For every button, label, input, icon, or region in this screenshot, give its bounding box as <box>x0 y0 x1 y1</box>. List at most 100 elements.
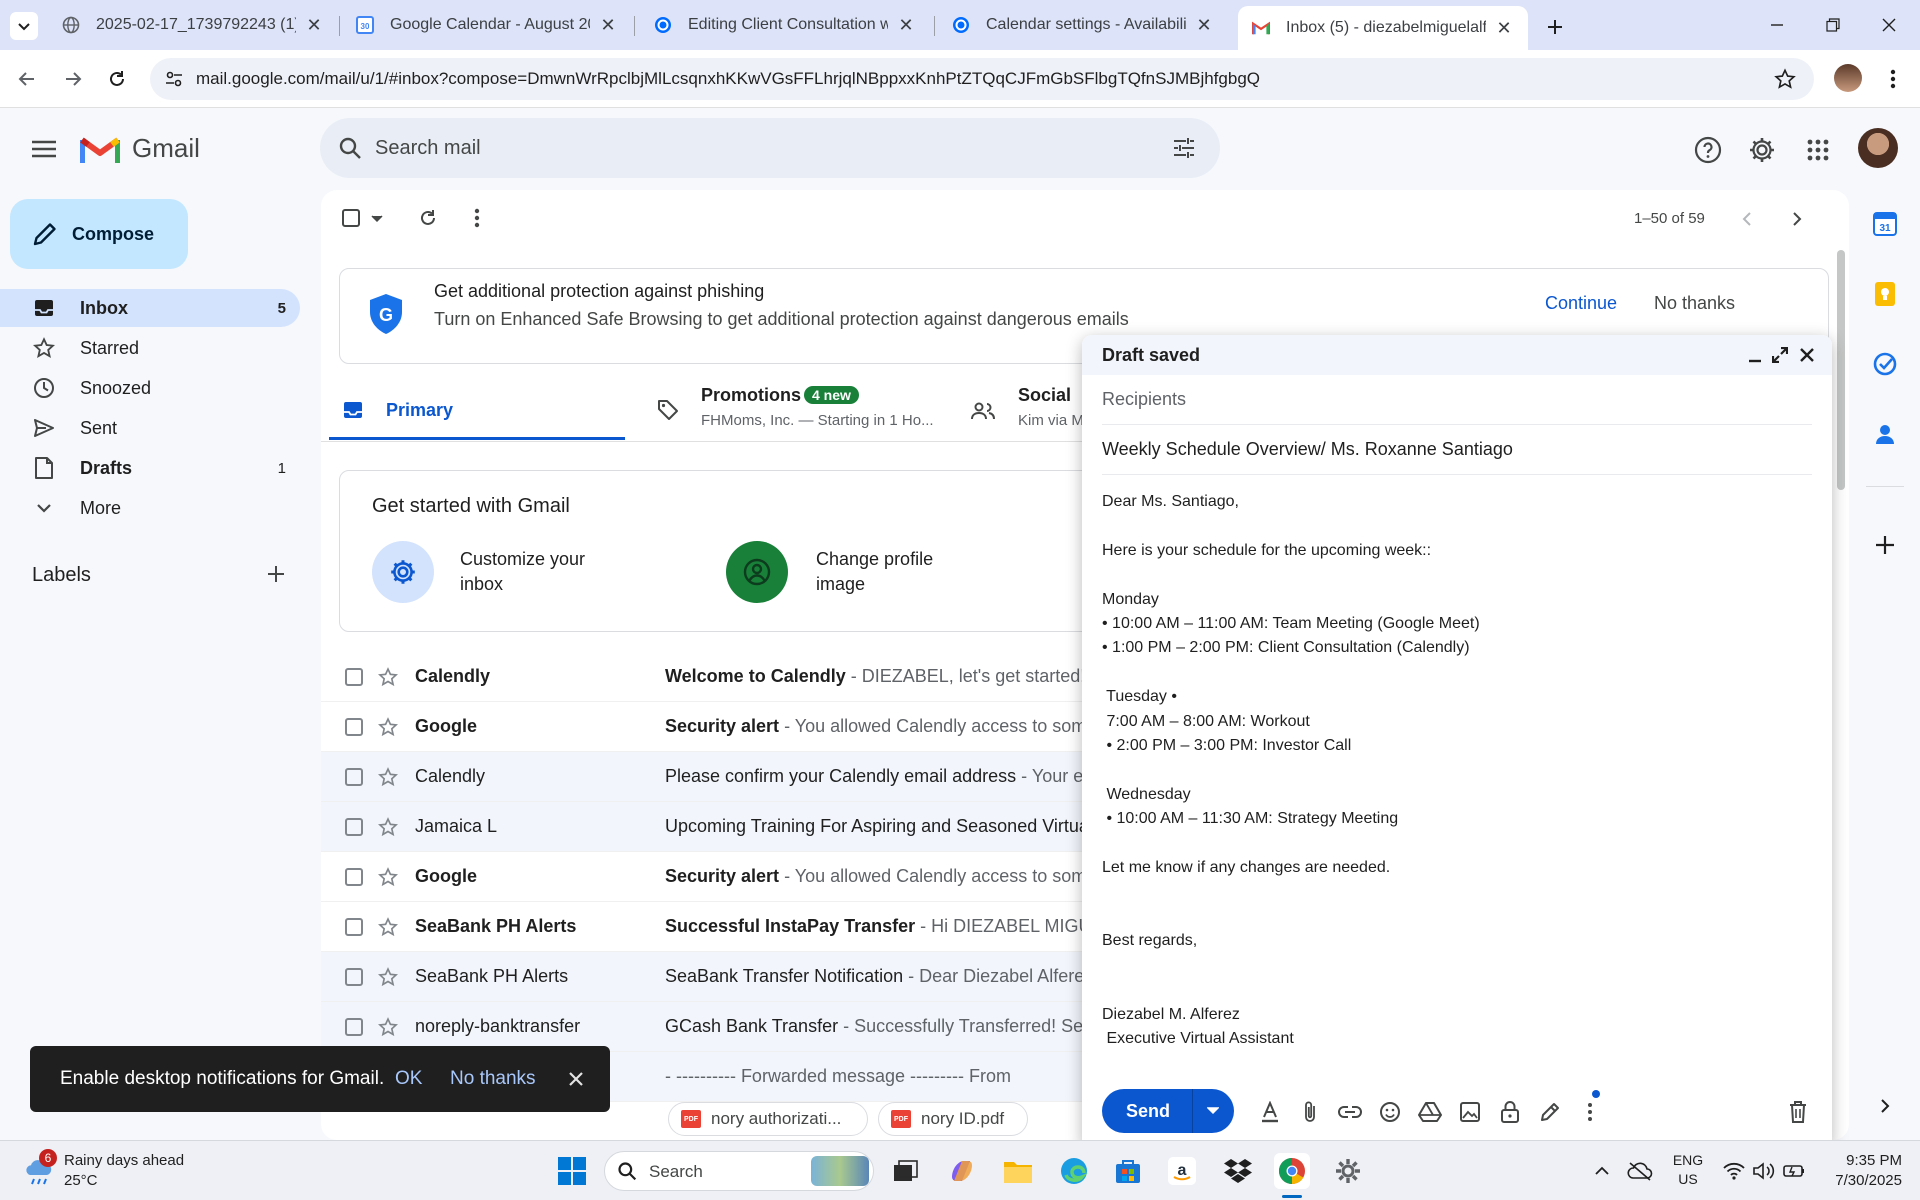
change-profile-item[interactable]: Change profile image <box>726 541 1026 605</box>
emoji-icon[interactable] <box>1378 1100 1402 1124</box>
close-icon[interactable] <box>568 1071 584 1087</box>
row-checkbox[interactable] <box>345 967 363 986</box>
tune-icon[interactable] <box>1172 136 1196 160</box>
trash-icon[interactable] <box>1786 1100 1810 1124</box>
tab-promotions[interactable]: Promotions 4 new FHMoms, Inc. — Starting… <box>657 380 947 440</box>
row-checkbox[interactable] <box>345 817 363 836</box>
message-body[interactable]: Dear Ms. Santiago, Here is your schedule… <box>1102 490 1802 1051</box>
send-button[interactable]: Send <box>1102 1089 1234 1133</box>
star-icon[interactable] <box>378 966 398 987</box>
customize-inbox-item[interactable]: Customize your inbox <box>372 541 672 605</box>
star-icon[interactable] <box>378 666 398 687</box>
expand-icon[interactable] <box>1772 347 1788 363</box>
taskbar-search[interactable]: Search <box>604 1151 874 1191</box>
gmail-logo[interactable]: Gmail <box>80 133 200 164</box>
close-icon[interactable]: ✕ <box>304 15 324 36</box>
link-icon[interactable] <box>1338 1100 1362 1124</box>
sidebar-item-snoozed[interactable]: Snoozed <box>0 369 300 407</box>
scrollbar-thumb[interactable] <box>1837 250 1845 490</box>
chevron-up-icon[interactable] <box>1584 1153 1620 1189</box>
close-icon[interactable]: ✕ <box>896 15 916 36</box>
search-bar[interactable]: Search mail <box>320 118 1220 178</box>
phishing-no-thanks-button[interactable]: No thanks <box>1654 293 1735 314</box>
dropbox-icon[interactable] <box>1220 1153 1256 1189</box>
pen-icon[interactable] <box>1538 1100 1562 1124</box>
star-icon[interactable] <box>378 916 398 937</box>
account-avatar[interactable] <box>1858 128 1898 168</box>
copilot-icon[interactable] <box>944 1153 980 1189</box>
browser-tab[interactable]: Editing Client Consultation with ✕ <box>640 6 930 44</box>
side-panel-contacts[interactable] <box>1870 419 1900 449</box>
attachment-chip[interactable]: PDF nory ID.pdf <box>878 1102 1028 1136</box>
search-input[interactable]: Search mail <box>375 137 481 160</box>
tab-social[interactable]: Social Kim via M <box>971 380 1091 440</box>
window-minimize-button[interactable] <box>1762 12 1792 38</box>
more-vert-icon[interactable] <box>474 208 480 228</box>
profile-avatar[interactable] <box>1834 64 1862 92</box>
attachment-chip[interactable]: PDF nory authorizati... <box>668 1102 868 1136</box>
tab-primary[interactable]: Primary <box>329 380 625 440</box>
tab-search-button[interactable] <box>10 12 38 40</box>
store-icon[interactable] <box>1110 1153 1146 1189</box>
row-checkbox[interactable] <box>345 767 363 786</box>
side-panel-keep[interactable] <box>1870 279 1900 309</box>
select-all-checkbox[interactable] <box>342 209 360 227</box>
phishing-continue-button[interactable]: Continue <box>1545 293 1617 314</box>
minimize-icon[interactable] <box>1748 350 1762 364</box>
chevron-right-icon[interactable] <box>1792 211 1802 227</box>
recipients-field[interactable]: Recipients <box>1102 375 1812 425</box>
browser-tab-active[interactable]: Inbox (5) - diezabelmiguelalferez ✕ <box>1238 6 1528 50</box>
row-checkbox[interactable] <box>345 667 363 686</box>
lock-icon[interactable] <box>1498 1100 1522 1124</box>
star-icon[interactable] <box>378 816 398 837</box>
star-icon[interactable] <box>378 866 398 887</box>
edge-icon[interactable] <box>1056 1153 1092 1189</box>
battery-icon[interactable] <box>1776 1153 1812 1189</box>
close-icon[interactable]: ✕ <box>1194 15 1214 36</box>
compose-button[interactable]: Compose <box>10 199 188 269</box>
start-button[interactable] <box>554 1153 590 1189</box>
close-icon[interactable]: ✕ <box>1494 18 1514 39</box>
side-panel-tasks[interactable] <box>1870 349 1900 379</box>
weather-widget[interactable]: 6 Rainy days ahead 25°C <box>24 1149 224 1193</box>
reload-button[interactable] <box>102 64 132 94</box>
get-addons-button[interactable] <box>1870 530 1900 560</box>
google-apps-button[interactable] <box>1802 134 1834 166</box>
help-button[interactable] <box>1692 134 1724 166</box>
snackbar-ok-button[interactable]: OK <box>395 1068 422 1090</box>
image-icon[interactable] <box>1458 1100 1482 1124</box>
row-checkbox[interactable] <box>345 1017 363 1036</box>
task-view-icon[interactable] <box>888 1153 924 1189</box>
formatting-icon[interactable] <box>1258 1100 1282 1124</box>
chevron-down-icon[interactable] <box>371 215 383 223</box>
url-text[interactable]: mail.google.com/mail/u/1/#inbox?compose=… <box>196 69 1260 89</box>
browser-tab[interactable]: Calendar settings - Availability ✕ <box>938 6 1228 44</box>
window-close-button[interactable] <box>1874 12 1904 38</box>
site-info-icon[interactable] <box>164 69 184 89</box>
sidebar-item-more[interactable]: More <box>0 489 300 527</box>
amazon-icon[interactable]: a <box>1164 1153 1200 1189</box>
drive-icon[interactable] <box>1418 1100 1442 1124</box>
attach-icon[interactable] <box>1298 1100 1322 1124</box>
language-indicator[interactable]: ENG US <box>1668 1151 1708 1191</box>
address-bar[interactable]: mail.google.com/mail/u/1/#inbox?compose=… <box>150 58 1814 100</box>
settings-app-icon[interactable] <box>1330 1153 1366 1189</box>
star-icon[interactable] <box>378 1016 398 1037</box>
create-label-button[interactable] <box>266 564 288 586</box>
close-icon[interactable] <box>1800 348 1814 362</box>
back-button[interactable] <box>12 64 42 94</box>
more-options-icon[interactable] <box>1578 1090 1602 1124</box>
main-menu-button[interactable] <box>26 134 62 164</box>
onedrive-offline-icon[interactable] <box>1622 1153 1658 1189</box>
star-icon[interactable] <box>378 716 398 737</box>
new-tab-button[interactable] <box>1540 12 1570 42</box>
window-restore-button[interactable] <box>1818 12 1848 38</box>
browser-tab[interactable]: 30 Google Calendar - August 2025 ✕ <box>342 6 632 44</box>
snackbar-no-thanks-button[interactable]: No thanks <box>450 1068 536 1090</box>
sidebar-item-inbox[interactable]: Inbox 5 <box>0 289 300 327</box>
forward-button[interactable] <box>58 64 88 94</box>
system-clock[interactable]: 9:35 PM 7/30/2025 <box>1810 1151 1902 1191</box>
hide-side-panel-button[interactable] <box>1870 1091 1900 1121</box>
chevron-down-icon[interactable] <box>1207 1107 1219 1115</box>
sidebar-item-drafts[interactable]: Drafts 1 <box>0 449 300 487</box>
